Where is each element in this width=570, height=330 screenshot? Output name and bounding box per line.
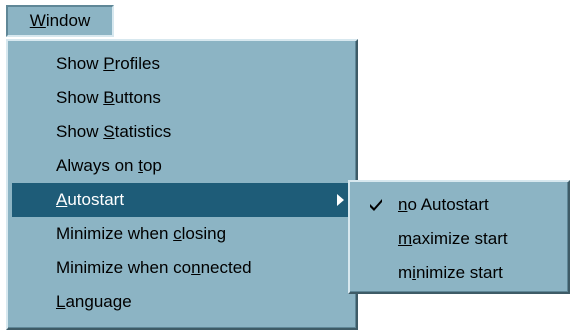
menu-item-always-on-top[interactable]: Always on top xyxy=(8,149,356,183)
menu-item-minimize-when-connected[interactable]: Minimize when connected xyxy=(8,251,356,285)
menu-item-label: Minimize when connected xyxy=(56,258,252,277)
menu-item-label: Always on top xyxy=(56,156,162,175)
menu-item-label: Minimize when closing xyxy=(56,224,227,243)
check-icon xyxy=(370,199,382,211)
menu-item-label: Show Statistics xyxy=(56,122,172,141)
menu-item-minimize-when-closing[interactable]: Minimize when closing xyxy=(8,217,356,251)
autostart-submenu: no Autostart maximize start minimize sta… xyxy=(348,180,570,294)
menu-item-label: Show Buttons xyxy=(56,88,161,107)
submenu-item-no-autostart[interactable]: no Autostart xyxy=(350,188,568,222)
submenu-item-label: minimize start xyxy=(398,263,503,282)
menu-item-language[interactable]: Language xyxy=(8,285,356,319)
menu-item-label: Show Profiles xyxy=(56,54,160,73)
menu-item-label: Language xyxy=(56,292,132,311)
menu-item-show-statistics[interactable]: Show Statistics xyxy=(8,115,356,149)
window-menu: Show Profiles Show Buttons Show Statisti… xyxy=(6,39,358,330)
submenu-item-minimize-start[interactable]: minimize start xyxy=(350,256,568,290)
menu-item-autostart[interactable]: Autostart xyxy=(12,183,352,217)
menu-item-show-buttons[interactable]: Show Buttons xyxy=(8,81,356,115)
submenu-item-label: maximize start xyxy=(398,229,508,248)
menu-item-label: Autostart xyxy=(56,190,125,209)
arrow-right-icon xyxy=(337,194,344,206)
submenu-item-maximize-start[interactable]: maximize start xyxy=(350,222,568,256)
menu-window-button[interactable]: Window xyxy=(6,5,114,37)
submenu-item-label: no Autostart xyxy=(398,195,489,214)
screen: Window Show Profiles Show Buttons Show S… xyxy=(0,0,570,330)
menu-window-label: Window xyxy=(29,11,91,30)
menu-item-show-profiles[interactable]: Show Profiles xyxy=(8,47,356,81)
